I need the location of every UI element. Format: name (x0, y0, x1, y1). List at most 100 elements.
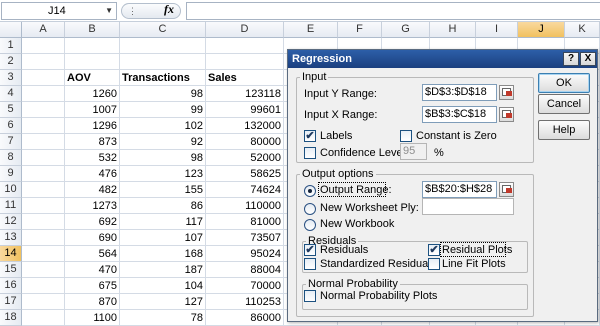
cell-transactions[interactable]: 168 (120, 246, 206, 262)
cell-aov[interactable]: 1260 (65, 86, 120, 102)
cell-sales[interactable]: 123118 (206, 86, 284, 102)
input-y-range-picker-icon[interactable] (499, 85, 514, 100)
cell-transactions[interactable]: 99 (120, 102, 206, 118)
cell-sales[interactable]: 74624 (206, 182, 284, 198)
cell-sales[interactable]: 132000 (206, 118, 284, 134)
row-header-2[interactable]: 2 (0, 54, 22, 70)
row-header-14[interactable]: 14 (0, 246, 22, 262)
column-header-a[interactable]: A (22, 22, 65, 38)
cell-transactions[interactable]: 155 (120, 182, 206, 198)
row-header-4[interactable]: 4 (0, 86, 22, 102)
input-x-field[interactable]: $B$3:$C$18 (422, 106, 497, 123)
cell-transactions[interactable]: 107 (120, 230, 206, 246)
cell-aov[interactable]: 1273 (65, 198, 120, 214)
name-box[interactable]: J14 ▼ (1, 2, 117, 20)
row-header-9[interactable]: 9 (0, 166, 22, 182)
cell-sales[interactable]: 80000 (206, 134, 284, 150)
standardized-residuals-checkbox[interactable] (304, 258, 316, 270)
ok-button[interactable]: OK (538, 73, 590, 93)
column-header-h[interactable]: H (430, 22, 476, 38)
cell-aov[interactable]: 873 (65, 134, 120, 150)
cell-sales[interactable]: 58625 (206, 166, 284, 182)
cell-transactions[interactable]: 98 (120, 150, 206, 166)
cell-aov[interactable]: 564 (65, 246, 120, 262)
cell-aov[interactable]: 1100 (65, 310, 120, 326)
cell-sales[interactable]: 110253 (206, 294, 284, 310)
labels-checkbox[interactable]: ✔ (304, 130, 316, 142)
row-header-13[interactable]: 13 (0, 230, 22, 246)
column-header-j[interactable]: J (518, 22, 565, 38)
output-range-radio[interactable] (304, 185, 316, 197)
column-header-k[interactable]: K (565, 22, 600, 38)
insert-function-icon[interactable]: fx (164, 2, 174, 17)
column-header-f[interactable]: F (338, 22, 382, 38)
row-header-8[interactable]: 8 (0, 150, 22, 166)
residual-plots-checkbox[interactable]: ✔ (428, 244, 440, 256)
row-header-7[interactable]: 7 (0, 134, 22, 150)
formula-input[interactable] (186, 2, 600, 20)
column-header-g[interactable]: G (382, 22, 430, 38)
cell-aov[interactable]: 482 (65, 182, 120, 198)
header-cell-transactions[interactable]: Transactions (120, 70, 206, 86)
column-header-d[interactable]: D (206, 22, 284, 38)
column-header-e[interactable]: E (284, 22, 338, 38)
cell-aov[interactable]: 675 (65, 278, 120, 294)
header-cell-sales[interactable]: Sales (206, 70, 284, 86)
cell-transactions[interactable]: 98 (120, 86, 206, 102)
input-x-range-picker-icon[interactable] (499, 107, 514, 122)
cell-sales[interactable]: 88004 (206, 262, 284, 278)
cell-sales[interactable]: 52000 (206, 150, 284, 166)
help-icon[interactable]: ? (563, 52, 579, 66)
close-icon[interactable]: X (580, 52, 596, 66)
row-header-5[interactable]: 5 (0, 102, 22, 118)
cell-sales[interactable]: 99601 (206, 102, 284, 118)
cell-aov[interactable]: 1007 (65, 102, 120, 118)
grip-icon[interactable]: ⋮ (128, 6, 137, 17)
cell-aov[interactable]: 870 (65, 294, 120, 310)
help-button[interactable]: Help (538, 120, 590, 140)
cell-transactions[interactable]: 123 (120, 166, 206, 182)
cell-transactions[interactable]: 102 (120, 118, 206, 134)
cell-aov[interactable]: 476 (65, 166, 120, 182)
residuals-checkbox[interactable]: ✔ (304, 244, 316, 256)
cell-transactions[interactable]: 127 (120, 294, 206, 310)
column-header-b[interactable]: B (65, 22, 120, 38)
cell-sales[interactable]: 73507 (206, 230, 284, 246)
cell-transactions[interactable]: 92 (120, 134, 206, 150)
row-header-16[interactable]: 16 (0, 278, 22, 294)
cell-transactions[interactable]: 117 (120, 214, 206, 230)
constant-zero-checkbox[interactable] (400, 130, 412, 142)
output-range-field[interactable]: $B$20:$H$28 (422, 181, 497, 198)
input-y-field[interactable]: $D$3:$D$18 (422, 84, 497, 101)
header-cell-aov[interactable]: AOV (65, 70, 120, 86)
chevron-down-icon[interactable]: ▼ (105, 6, 113, 15)
row-header-17[interactable]: 17 (0, 294, 22, 310)
cell-sales[interactable]: 86000 (206, 310, 284, 326)
row-header-18[interactable]: 18 (0, 310, 22, 326)
cell-aov[interactable]: 690 (65, 230, 120, 246)
row-header-10[interactable]: 10 (0, 182, 22, 198)
cell-transactions[interactable]: 187 (120, 262, 206, 278)
cell-sales[interactable]: 70000 (206, 278, 284, 294)
cell-transactions[interactable]: 104 (120, 278, 206, 294)
cell-transactions[interactable]: 86 (120, 198, 206, 214)
normal-probability-checkbox[interactable] (304, 290, 316, 302)
select-all-corner[interactable] (0, 22, 22, 38)
row-header-15[interactable]: 15 (0, 262, 22, 278)
column-header-i[interactable]: I (476, 22, 518, 38)
row-header-11[interactable]: 11 (0, 198, 22, 214)
cell-sales[interactable]: 95024 (206, 246, 284, 262)
column-header-c[interactable]: C (120, 22, 206, 38)
row-header-6[interactable]: 6 (0, 118, 22, 134)
new-workbook-radio[interactable] (304, 219, 316, 231)
row-header-3[interactable]: 3 (0, 70, 22, 86)
new-worksheet-ply-field[interactable] (422, 198, 514, 215)
line-fit-plots-checkbox[interactable] (428, 258, 440, 270)
confidence-level-field[interactable]: 95 (400, 143, 427, 160)
output-range-picker-icon[interactable] (499, 182, 514, 197)
cell-aov[interactable]: 532 (65, 150, 120, 166)
cell-sales[interactable]: 110000 (206, 198, 284, 214)
cell-aov[interactable]: 1296 (65, 118, 120, 134)
cancel-button[interactable]: Cancel (538, 94, 590, 114)
cell-sales[interactable]: 81000 (206, 214, 284, 230)
